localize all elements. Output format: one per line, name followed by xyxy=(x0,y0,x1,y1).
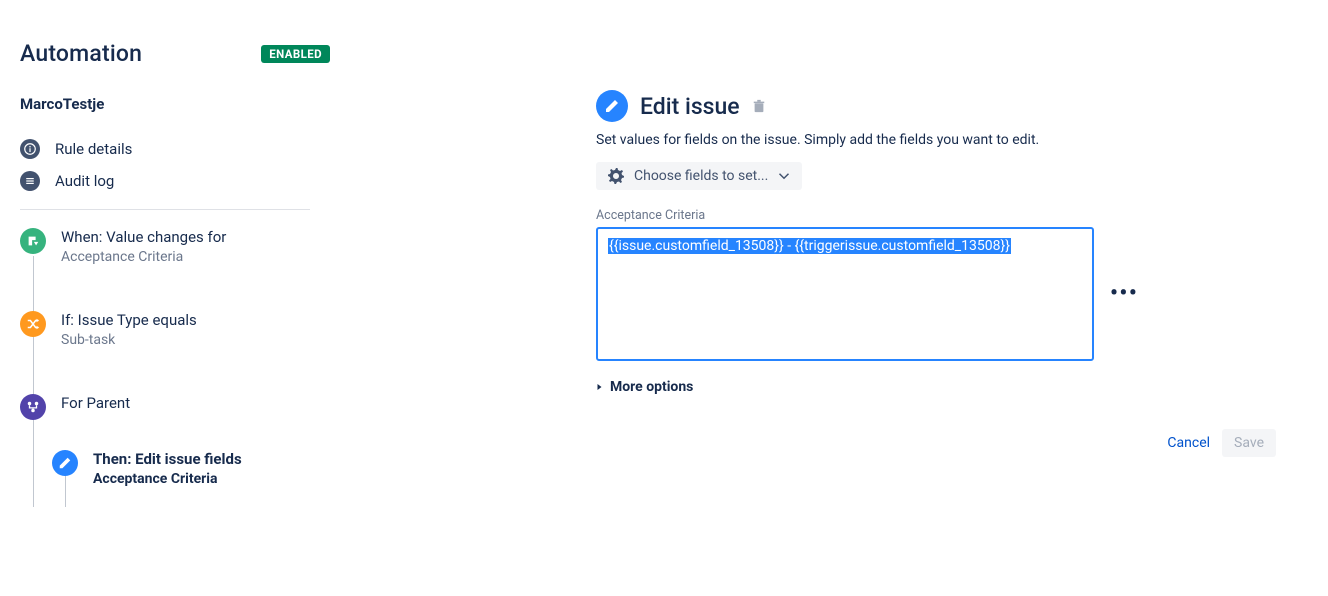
choose-fields-button[interactable]: Choose fields to set... xyxy=(596,162,802,190)
cancel-button[interactable]: Cancel xyxy=(1167,435,1210,451)
step-title: If: Issue Type equals xyxy=(61,311,197,329)
delete-icon[interactable] xyxy=(752,99,766,113)
step-title: For Parent xyxy=(61,394,130,412)
divider xyxy=(20,209,310,210)
chain-step-condition[interactable]: If: Issue Type equals Sub-task xyxy=(20,311,330,394)
detail-description: Set values for fields on the issue. Simp… xyxy=(596,132,1276,148)
status-badge-enabled: ENABLED xyxy=(261,45,330,63)
list-icon xyxy=(20,171,40,191)
nav-label: Audit log xyxy=(55,172,114,190)
acceptance-criteria-input[interactable]: {{issue.customfield_13508}} - {{triggeri… xyxy=(596,227,1094,361)
edit-icon xyxy=(52,450,78,476)
page-title: Automation xyxy=(20,40,142,67)
step-title: Then: Edit issue fields xyxy=(93,450,242,468)
chain-step-action[interactable]: Then: Edit issue fields Acceptance Crite… xyxy=(20,450,330,507)
edit-issue-icon xyxy=(596,90,628,122)
branch-icon xyxy=(20,394,46,420)
step-title: When: Value changes for xyxy=(61,228,226,246)
chevron-down-icon xyxy=(778,170,790,182)
info-icon xyxy=(20,139,40,159)
step-subtitle: Sub-task xyxy=(61,332,197,348)
selected-text: {{issue.customfield_13508}} - {{triggeri… xyxy=(608,238,1011,254)
more-options-toggle[interactable]: More options xyxy=(596,379,1276,395)
detail-title: Edit issue xyxy=(640,93,740,120)
nav-label: Rule details xyxy=(55,140,132,158)
nav-audit-log[interactable]: Audit log xyxy=(20,165,330,197)
choose-fields-label: Choose fields to set... xyxy=(634,168,768,184)
step-subtitle: Acceptance Criteria xyxy=(61,249,226,265)
caret-right-icon xyxy=(596,379,604,395)
trigger-icon xyxy=(20,228,46,254)
save-button[interactable]: Save xyxy=(1222,429,1276,457)
step-subtitle: Acceptance Criteria xyxy=(93,471,242,487)
rule-name[interactable]: MarcoTestje xyxy=(20,95,330,113)
field-more-icon[interactable]: ••• xyxy=(1106,279,1142,309)
chain-step-branch[interactable]: For Parent xyxy=(20,394,330,450)
more-options-label: More options xyxy=(610,379,693,395)
condition-icon xyxy=(20,311,46,337)
field-label: Acceptance Criteria xyxy=(596,208,1276,223)
gear-icon xyxy=(608,168,624,184)
chain-step-trigger[interactable]: When: Value changes for Acceptance Crite… xyxy=(20,228,330,311)
nav-rule-details[interactable]: Rule details xyxy=(20,133,330,165)
